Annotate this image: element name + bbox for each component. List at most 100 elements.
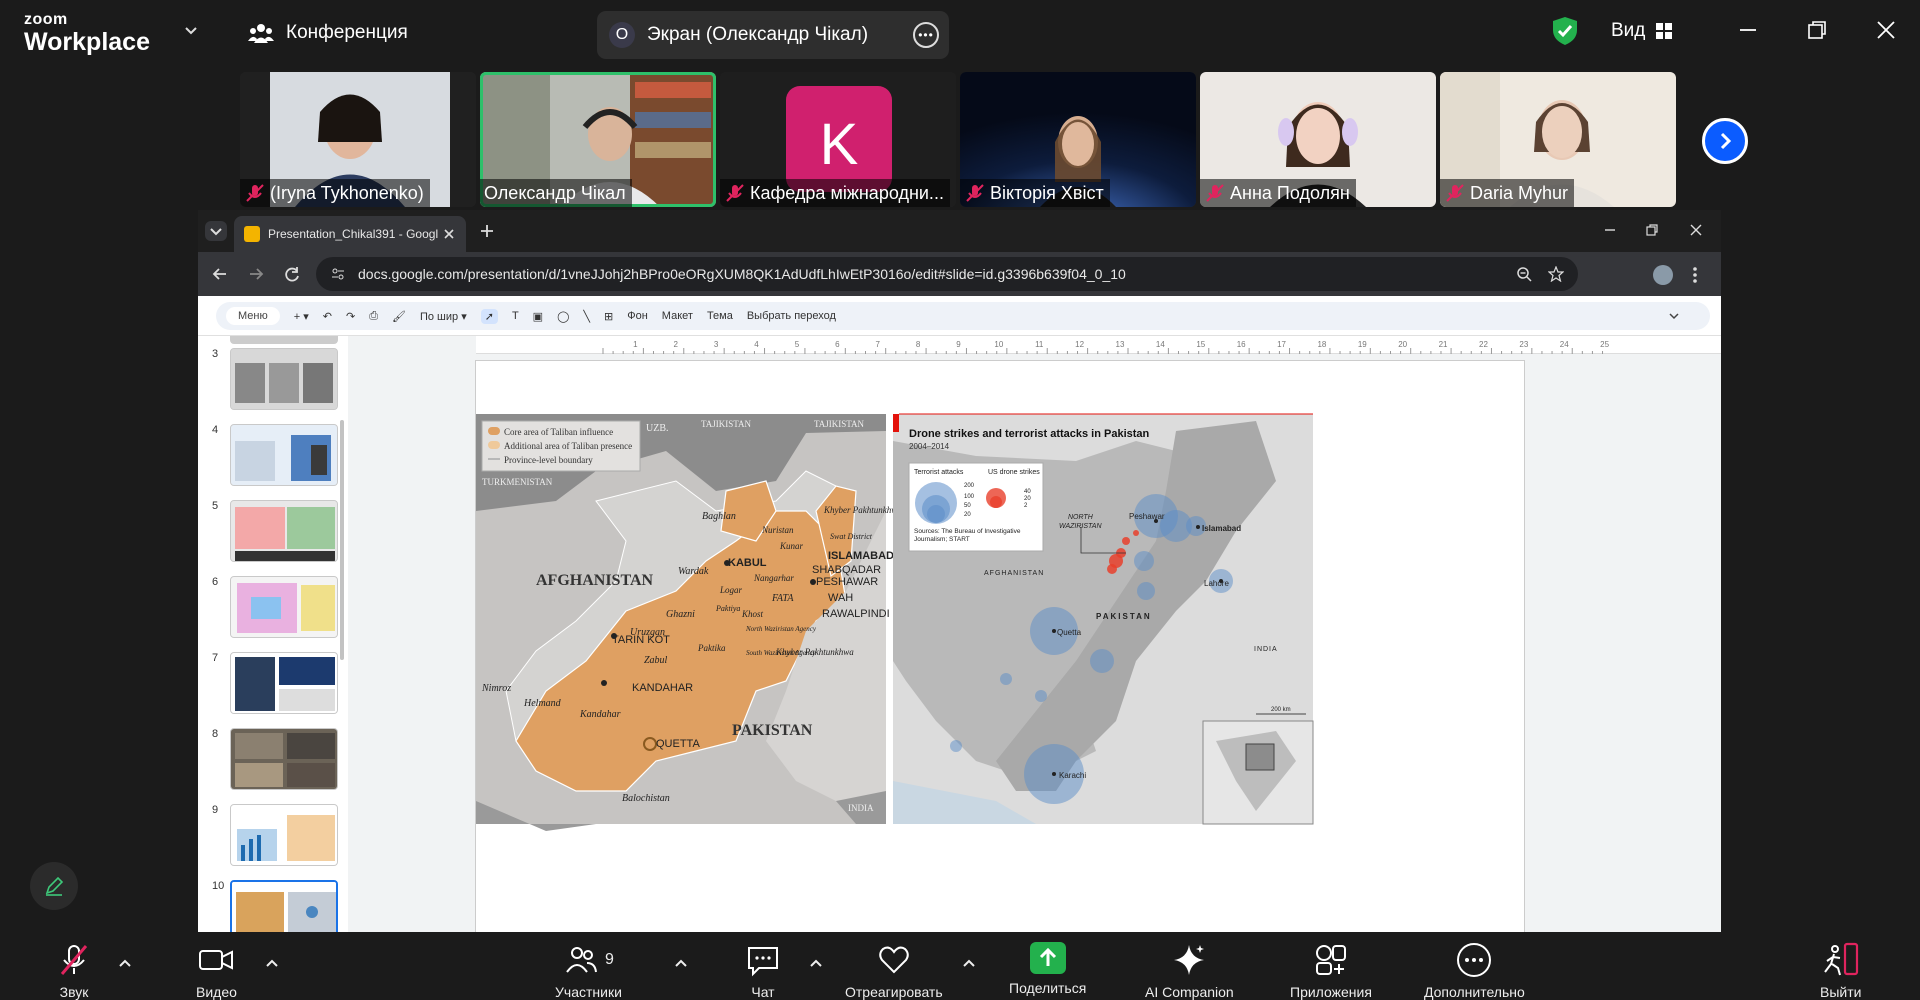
more-button[interactable]: Дополнительно <box>1424 942 1525 1000</box>
layout-button[interactable]: Макет <box>662 310 693 322</box>
chevron-up-icon[interactable] <box>674 956 688 970</box>
svg-text:Logar: Logar <box>719 585 743 595</box>
participant-name: (Iryna Tykhonenko) <box>240 179 430 207</box>
ruler-tick-label: 1 <box>633 340 638 349</box>
participants-button[interactable]: 9 Участники <box>555 942 622 1000</box>
tab-search-icon[interactable] <box>204 220 228 242</box>
new-tab-icon[interactable] <box>478 222 496 240</box>
slide-thumb-row-selected[interactable]: 10 <box>212 880 342 932</box>
select-tool-icon[interactable]: ➚ <box>480 308 498 324</box>
slide-thumb-row[interactable]: 7 <box>212 652 342 716</box>
star-icon[interactable] <box>1548 266 1564 282</box>
filmstrip-scrollbar[interactable] <box>340 420 344 660</box>
meeting-title: Конференция <box>286 22 408 43</box>
svg-text:Ghazni: Ghazni <box>666 609 695 620</box>
next-page-button[interactable] <box>1702 118 1748 164</box>
background-button[interactable]: Фон <box>627 310 648 322</box>
minimize-icon[interactable] <box>1602 222 1618 238</box>
kebab-menu-icon[interactable] <box>1692 266 1698 284</box>
svg-text:PESHAWAR: PESHAWAR <box>816 576 878 588</box>
url-field[interactable]: docs.google.com/presentation/d/1vneJJohj… <box>316 257 1578 291</box>
chat-button[interactable]: Чат <box>745 942 781 1000</box>
slide-thumb-row[interactable]: 8 <box>212 728 342 792</box>
participant-tile[interactable]: Daria Myhur <box>1440 72 1676 207</box>
profile-avatar[interactable] <box>1653 265 1673 285</box>
participant-tile[interactable]: Олександр Чікал <box>480 72 716 207</box>
ruler-tick-label: 25 <box>1600 340 1609 349</box>
close-tab-icon[interactable] <box>442 227 456 241</box>
slide-thumb-row[interactable]: 6 <box>212 576 342 640</box>
chevron-up-icon[interactable] <box>265 956 279 970</box>
print-icon[interactable]: ⎙ <box>369 310 378 323</box>
participant-tile[interactable]: Вікторія Хвіст <box>960 72 1196 207</box>
back-icon[interactable] <box>210 264 230 284</box>
pen-icon <box>45 876 64 896</box>
svg-text:K: K <box>820 112 859 177</box>
paint-format-icon[interactable]: 🖌 <box>392 310 406 323</box>
share-screen-button[interactable]: Поделиться <box>1009 942 1086 1000</box>
zoom-top-bar: zoom Workplace Конференция О Экран (Олек… <box>0 0 1920 70</box>
chevron-down-icon[interactable] <box>1668 310 1680 322</box>
zoom-meeting-controls: Звук Видео 9 Участники Чат Отреагировать… <box>0 932 1920 1000</box>
redo-icon[interactable]: ↷ <box>346 310 355 323</box>
ruler-tick-label: 12 <box>1075 340 1084 349</box>
text-box-icon[interactable]: T <box>512 310 519 322</box>
react-button[interactable]: Отреагировать <box>845 942 943 1000</box>
shield-check-icon[interactable] <box>1552 16 1578 46</box>
restore-icon[interactable] <box>1644 222 1660 238</box>
slide-thumb-row[interactable]: 9 <box>212 804 342 868</box>
screen-share-pill[interactable]: О Экран (Олександр Чікал) ••• <box>597 11 949 59</box>
restore-icon[interactable] <box>1803 16 1831 44</box>
svg-text:Nuristan: Nuristan <box>761 525 794 535</box>
minimize-icon[interactable] <box>1734 16 1762 44</box>
svg-text:SHABQADAR: SHABQADAR <box>812 564 881 576</box>
close-icon[interactable] <box>1872 16 1900 44</box>
zoom-select[interactable]: По шир ▾ <box>420 310 467 323</box>
participant-name: Кафедра міжнародни... <box>720 179 950 207</box>
line-icon[interactable]: ╲ <box>583 310 590 323</box>
site-info-icon[interactable] <box>330 266 346 282</box>
transition-button[interactable]: Выбрать переход <box>747 310 836 322</box>
forward-icon[interactable] <box>246 264 266 284</box>
svg-text:AFGHANISTAN: AFGHANISTAN <box>536 572 653 589</box>
leave-button[interactable]: Выйти <box>1820 942 1861 1000</box>
shared-browser-window: Presentation_Chikal391 - Googl docs.goog… <box>198 210 1721 932</box>
image-icon[interactable]: ▣ <box>533 310 543 323</box>
theme-button[interactable]: Тема <box>707 310 733 322</box>
slide-thumb-row[interactable]: 5 <box>212 500 342 564</box>
comment-icon[interactable]: ⊞ <box>604 310 613 323</box>
slides-icon <box>244 226 260 242</box>
apps-button[interactable]: Приложения <box>1290 942 1372 1000</box>
svg-text:20: 20 <box>1024 496 1031 502</box>
chevron-up-icon[interactable] <box>118 956 132 970</box>
participant-tile[interactable]: Анна Подолян <box>1200 72 1436 207</box>
close-icon[interactable] <box>1688 222 1704 238</box>
view-button[interactable]: Вид <box>1611 20 1673 42</box>
annotate-pen-button[interactable] <box>30 862 78 910</box>
svg-text:Terrorist attacks: Terrorist attacks <box>914 469 964 476</box>
avatar: О <box>609 22 635 48</box>
slides-toolbar: Меню + ▾ ↶ ↷ ⎙ 🖌 По шир ▾ ➚ T ▣ ◯ ╲ ⊞ Фо… <box>198 296 1721 336</box>
undo-icon[interactable]: ↶ <box>323 310 332 323</box>
participant-tile[interactable]: (Iryna Tykhonenko) <box>240 72 476 207</box>
ai-companion-button[interactable]: AI Companion <box>1145 942 1234 1000</box>
chevron-up-icon[interactable] <box>962 956 976 970</box>
menus-search[interactable]: Меню <box>226 307 280 325</box>
slide-canvas[interactable]: Core area of Taliban influence Additiona… <box>475 360 1525 932</box>
video-button[interactable]: Видео <box>196 942 237 1000</box>
ruler-tick-label: 8 <box>916 340 921 349</box>
meeting-info-button[interactable]: Конференция <box>248 22 408 44</box>
shape-icon[interactable]: ◯ <box>557 310 569 323</box>
chevron-up-icon[interactable] <box>809 956 823 970</box>
slide-thumb-row[interactable]: 3 <box>212 348 342 412</box>
mute-button[interactable]: Звук <box>56 942 92 1000</box>
browser-tab[interactable]: Presentation_Chikal391 - Googl <box>234 216 466 252</box>
slide-thumbnail[interactable] <box>230 336 338 344</box>
chevron-down-icon[interactable] <box>184 24 198 38</box>
zoom-icon[interactable] <box>1516 266 1532 282</box>
more-icon[interactable]: ••• <box>913 22 939 48</box>
slide-thumb-row[interactable]: 4 <box>212 424 342 488</box>
reload-icon[interactable] <box>282 264 302 284</box>
new-slide-button[interactable]: + ▾ <box>294 310 309 323</box>
participant-tile[interactable]: K Кафедра міжнародни... <box>720 72 956 207</box>
